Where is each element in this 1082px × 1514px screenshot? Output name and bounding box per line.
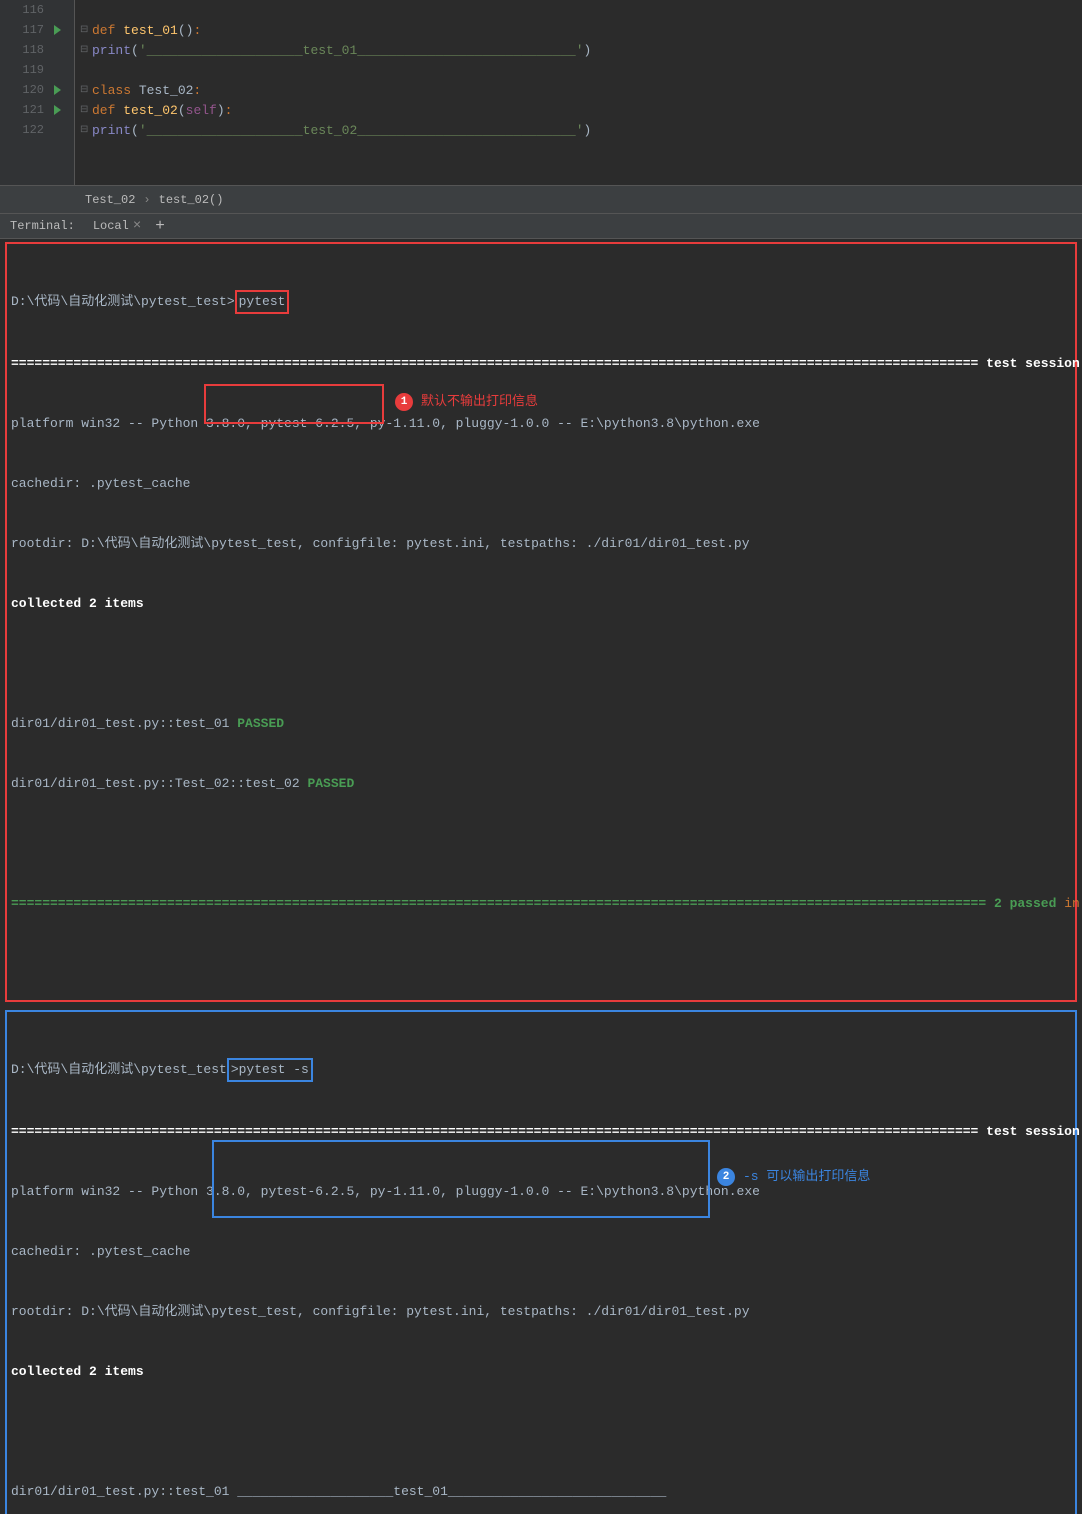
close-icon[interactable]: × xyxy=(133,218,141,234)
pytest-output-dash-s: D:\代码\自动化测试\pytest_test>pytest -s ======… xyxy=(5,1010,1077,1514)
terminal-body[interactable]: D:\代码\自动化测试\pytest_test>pytest =========… xyxy=(0,239,1082,1514)
prompt: D:\代码\自动化测试\pytest_test> xyxy=(11,294,235,309)
collected-line: collected 2 items xyxy=(11,594,1071,614)
test-result: PASSED xyxy=(307,776,354,791)
line-num: 122 xyxy=(20,123,44,137)
code-editor[interactable]: 116 117 118 119 120 121 122 ⊟def test_01… xyxy=(0,0,1082,185)
line-num: 119 xyxy=(20,63,44,77)
rootdir-line: rootdir: D:\代码\自动化测试\pytest_test, config… xyxy=(11,1302,1071,1322)
command-highlight: >pytest -s xyxy=(227,1058,313,1082)
run-gutter-icon[interactable] xyxy=(54,105,61,115)
result-highlight-box xyxy=(204,384,384,424)
test-result: PASSED xyxy=(237,716,284,731)
new-tab-icon[interactable]: + xyxy=(155,217,165,235)
code-area[interactable]: ⊟def test_01(): ⊟ print('_______________… xyxy=(75,0,1082,185)
platform-line: platform win32 -- Python 3.8.0, pytest-6… xyxy=(11,414,1071,434)
terminal-tab[interactable]: Local xyxy=(93,219,129,233)
result-highlight-box xyxy=(212,1140,710,1218)
annotation-text: -s 可以输出打印信息 xyxy=(743,1167,870,1187)
cachedir-line: cachedir: .pytest_cache xyxy=(11,1242,1071,1262)
test-line: dir01/dir01_test.py::Test_02::test_02 xyxy=(11,776,307,791)
line-num: 117 xyxy=(20,23,44,37)
line-num: 118 xyxy=(20,43,44,57)
badge-icon: 2 xyxy=(717,1168,735,1186)
test-line: dir01/dir01_test.py::test_01 xyxy=(11,716,237,731)
annotation-1: 1 默认不输出打印信息 xyxy=(395,392,538,412)
line-num: 116 xyxy=(20,3,44,17)
breadcrumb[interactable]: Test_02 › test_02() xyxy=(0,185,1082,213)
badge-icon: 1 xyxy=(395,393,413,411)
breadcrumb-sep: › xyxy=(143,193,150,207)
cachedir-line: cachedir: .pytest_cache xyxy=(11,474,1071,494)
annotation-2: 2 -s 可以输出打印信息 xyxy=(717,1167,870,1187)
breadcrumb-item[interactable]: test_02() xyxy=(159,193,224,207)
run-gutter-icon[interactable] xyxy=(54,85,61,95)
prompt: D:\代码\自动化测试\pytest_test xyxy=(11,1062,227,1077)
command-highlight: pytest xyxy=(235,290,290,314)
terminal-label: Terminal: xyxy=(10,219,75,233)
test-line: dir01/dir01_test.py::test_01 ___________… xyxy=(11,1482,1071,1502)
rootdir-line: rootdir: D:\代码\自动化测试\pytest_test, config… xyxy=(11,534,1071,554)
collected-line: collected 2 items xyxy=(11,1362,1071,1382)
line-num: 121 xyxy=(20,103,44,117)
breadcrumb-item[interactable]: Test_02 xyxy=(85,193,135,207)
annotation-text: 默认不输出打印信息 xyxy=(421,392,538,412)
terminal-header: Terminal: Local × + xyxy=(0,213,1082,239)
gutter: 116 117 118 119 120 121 122 xyxy=(0,0,75,185)
pytest-output-default: D:\代码\自动化测试\pytest_test>pytest =========… xyxy=(5,242,1077,1002)
line-num: 120 xyxy=(20,83,44,97)
run-gutter-icon[interactable] xyxy=(54,25,61,35)
